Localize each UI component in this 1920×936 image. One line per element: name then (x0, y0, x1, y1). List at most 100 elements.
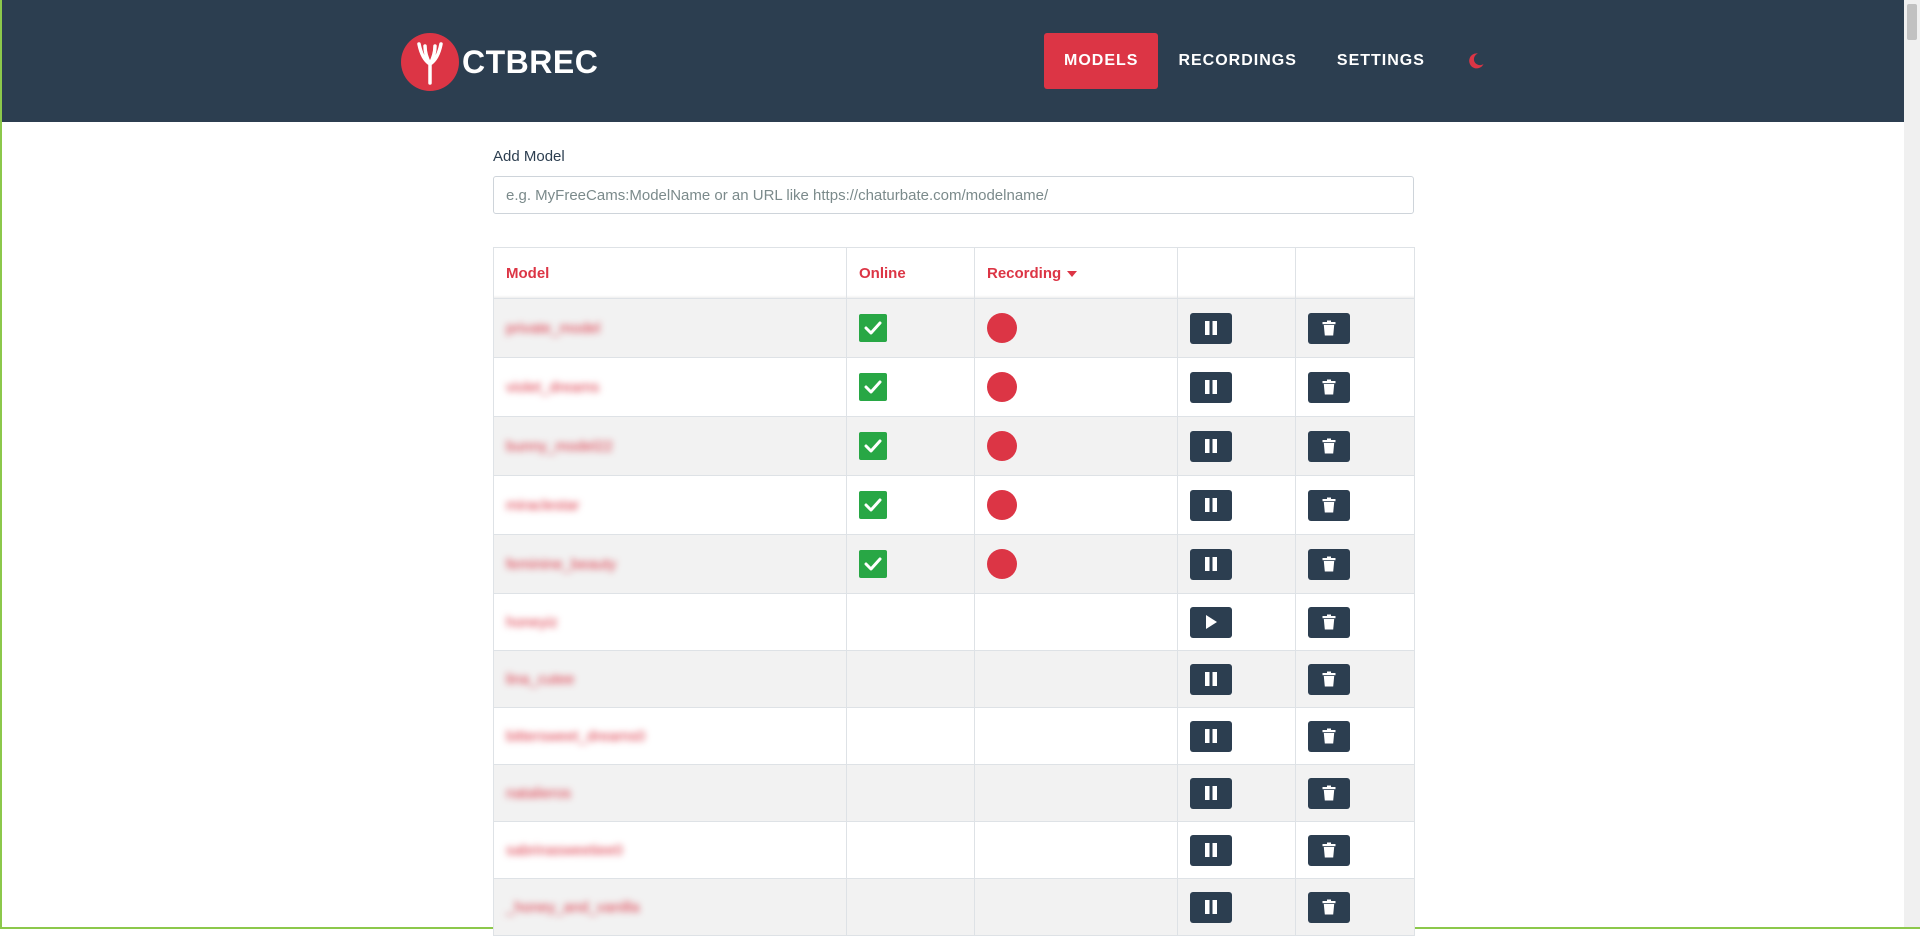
column-header-model[interactable]: Model (493, 247, 847, 299)
pause-button[interactable] (1190, 720, 1232, 752)
pause-icon (1205, 729, 1217, 743)
model-name-link[interactable]: miraclestar (506, 497, 579, 514)
action-cell (1177, 707, 1296, 765)
online-cell (846, 475, 975, 535)
table-row: bittersweet_dreams0 (493, 707, 1415, 765)
pause-button[interactable] (1190, 371, 1232, 403)
model-cell: honeyiz (493, 593, 847, 651)
pause-button[interactable] (1190, 489, 1232, 521)
online-cell (846, 534, 975, 594)
online-check-icon (859, 373, 887, 401)
online-cell (846, 878, 975, 936)
model-name-link[interactable]: private_model (506, 320, 600, 337)
trash-icon (1322, 497, 1336, 513)
table-row: violet_dreams (493, 357, 1415, 417)
recording-cell (974, 416, 1178, 476)
scrollbar-thumb[interactable] (1907, 4, 1917, 40)
pause-button[interactable] (1190, 312, 1232, 344)
model-name-link[interactable]: natalieros (506, 785, 571, 802)
trash-icon (1322, 899, 1336, 915)
table-row: lina_cutee (493, 650, 1415, 708)
table-row: private_model (493, 298, 1415, 358)
recording-cell (974, 298, 1178, 358)
pause-button[interactable] (1190, 834, 1232, 866)
trash-icon (1322, 556, 1336, 572)
pause-icon (1205, 672, 1217, 686)
delete-cell (1295, 593, 1415, 651)
brand[interactable]: CTBREC (401, 33, 598, 91)
model-name-link[interactable]: bittersweet_dreams0 (506, 728, 645, 745)
delete-button[interactable] (1308, 548, 1350, 580)
model-name-link[interactable]: lina_cutee (506, 671, 574, 688)
pause-icon (1205, 843, 1217, 857)
recording-cell (974, 534, 1178, 594)
model-name-link[interactable]: sabrinasweetiee0 (506, 842, 623, 859)
pause-icon (1205, 786, 1217, 800)
nav-models[interactable]: Models (1044, 33, 1159, 89)
column-header-online[interactable]: Online (846, 247, 975, 299)
model-name-link[interactable]: honeyiz (506, 614, 558, 631)
pause-icon (1205, 498, 1217, 512)
trash-icon (1322, 379, 1336, 395)
brand-text: CTBREC (462, 43, 599, 80)
recording-dot-icon (987, 490, 1017, 520)
top-navbar: CTBREC Models Recordings Settings (2, 0, 1904, 122)
recording-dot-icon (987, 431, 1017, 461)
action-cell (1177, 416, 1296, 476)
nav-recordings[interactable]: Recordings (1158, 33, 1316, 89)
model-name-link[interactable]: violet_dreams (506, 379, 599, 396)
trash-icon (1322, 438, 1336, 454)
online-check-icon (859, 491, 887, 519)
delete-button[interactable] (1308, 834, 1350, 866)
resume-button[interactable] (1190, 606, 1232, 638)
delete-button[interactable] (1308, 663, 1350, 695)
table-row: feminine_beauty (493, 534, 1415, 594)
delete-cell (1295, 475, 1415, 535)
model-name-link[interactable]: feminine_beauty (506, 556, 616, 573)
delete-button[interactable] (1308, 430, 1350, 462)
pause-button[interactable] (1190, 548, 1232, 580)
page-scrollbar[interactable] (1904, 0, 1920, 927)
delete-button[interactable] (1308, 777, 1350, 809)
pause-button[interactable] (1190, 891, 1232, 923)
model-cell: _honey_and_vanilla (493, 878, 847, 936)
online-cell (846, 707, 975, 765)
moon-icon[interactable] (1467, 52, 1485, 70)
pause-button[interactable] (1190, 663, 1232, 695)
recording-dot-icon (987, 372, 1017, 402)
online-cell (846, 416, 975, 476)
delete-button[interactable] (1308, 891, 1350, 923)
column-header-pause (1177, 247, 1296, 299)
delete-button[interactable] (1308, 312, 1350, 344)
action-cell (1177, 821, 1296, 879)
delete-button[interactable] (1308, 606, 1350, 638)
model-name-link[interactable]: _honey_and_vanilla (506, 899, 639, 916)
model-cell: feminine_beauty (493, 534, 847, 594)
online-cell (846, 593, 975, 651)
online-cell (846, 764, 975, 822)
delete-button[interactable] (1308, 489, 1350, 521)
table-header-row: Model Online Recording (493, 247, 1415, 299)
model-name-link[interactable]: bunny_model22 (506, 438, 613, 455)
table-row: honeyiz (493, 593, 1415, 651)
delete-cell (1295, 357, 1415, 417)
models-table-body: private_model violet_dreams bunny_model22m… (493, 298, 1415, 936)
online-cell (846, 298, 975, 358)
pause-icon (1205, 439, 1217, 453)
action-cell (1177, 593, 1296, 651)
recording-dot-icon (987, 313, 1017, 343)
add-model-input[interactable] (493, 176, 1414, 214)
delete-button[interactable] (1308, 371, 1350, 403)
pause-button[interactable] (1190, 777, 1232, 809)
pause-icon (1205, 380, 1217, 394)
trash-icon (1322, 842, 1336, 858)
delete-button[interactable] (1308, 720, 1350, 752)
pause-button[interactable] (1190, 430, 1232, 462)
column-header-recording[interactable]: Recording (974, 247, 1178, 299)
model-cell: sabrinasweetiee0 (493, 821, 847, 879)
model-cell: lina_cutee (493, 650, 847, 708)
online-check-icon (859, 314, 887, 342)
delete-cell (1295, 416, 1415, 476)
action-cell (1177, 650, 1296, 708)
nav-settings[interactable]: Settings (1317, 33, 1445, 89)
